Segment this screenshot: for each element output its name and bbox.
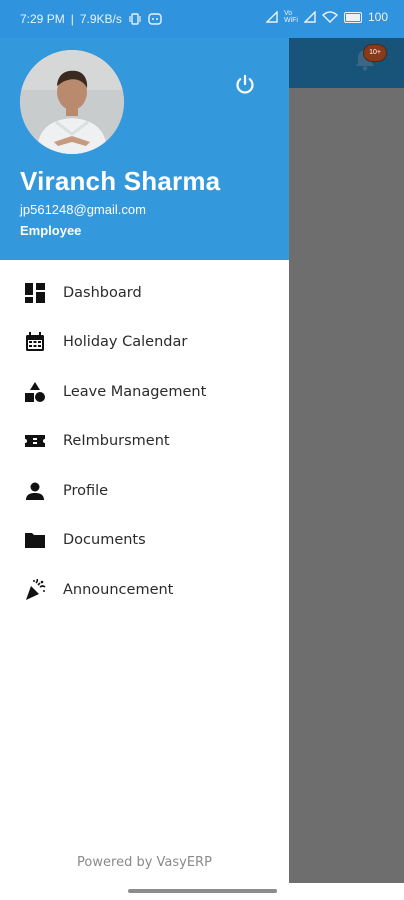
notification-button[interactable]: 10+ (354, 44, 387, 74)
menu-label: Profile (63, 482, 109, 499)
wifi-icon (321, 11, 338, 23)
user-email: jp561248@gmail.com (20, 202, 146, 217)
power-icon (236, 74, 254, 94)
person-icon (23, 479, 47, 503)
ticket-icon (23, 429, 47, 453)
dashboard-icon (23, 281, 47, 305)
avatar[interactable] (20, 50, 124, 154)
navigation-drawer: Viranch Sharma jp561248@gmail.com Employ… (0, 38, 289, 883)
menu-label: Documents (63, 532, 146, 549)
gesture-bar (0, 883, 404, 900)
app-header: 10+ (289, 38, 404, 88)
powered-by-footer: Powered by VasyERP (77, 855, 212, 870)
folder-icon (23, 528, 47, 552)
menu-label: Announcement (63, 581, 174, 598)
menu-label: Holiday Calendar (63, 334, 188, 351)
menu-item-announcement[interactable]: Announcement (0, 565, 289, 615)
vowifi-label: Vo WiFi (283, 10, 298, 24)
vibrate-icon (128, 13, 142, 25)
power-button[interactable] (233, 73, 257, 97)
notification-badge: 10+ (363, 44, 387, 62)
status-bar: 7:29 PM | 7.9KB/s Vo WiFi 100 (0, 0, 404, 38)
drawer-menu: Dashboard Holiday Calendar Leave Managem… (0, 268, 289, 615)
party-popper-icon (23, 578, 47, 602)
signal-icon-2 (303, 11, 316, 23)
drawer-scrim[interactable] (289, 38, 404, 883)
profile-photo (20, 50, 124, 154)
menu-item-documents[interactable]: Documents (0, 516, 289, 566)
calendar-icon (23, 330, 47, 354)
menu-label: Dashboard (63, 284, 142, 301)
menu-label: ReImbursment (63, 433, 170, 450)
menu-item-dashboard[interactable]: Dashboard (0, 268, 289, 318)
shapes-icon (23, 380, 47, 404)
status-time: 7:29 PM (20, 12, 65, 26)
drawer-header: Viranch Sharma jp561248@gmail.com Employ… (0, 38, 289, 260)
battery-icon (343, 11, 362, 23)
signal-icon (265, 11, 278, 23)
menu-item-profile[interactable]: Profile (0, 466, 289, 516)
user-role: Employee (20, 223, 82, 238)
menu-item-reimbursment[interactable]: ReImbursment (0, 417, 289, 467)
menu-item-leave-management[interactable]: Leave Management (0, 367, 289, 417)
app-notification-icon (148, 13, 162, 25)
battery-level: 100 (367, 10, 388, 24)
user-name: Viranch Sharma (20, 166, 221, 196)
menu-label: Leave Management (63, 383, 207, 400)
menu-item-holiday-calendar[interactable]: Holiday Calendar (0, 318, 289, 368)
network-speed: 7.9KB/s (79, 12, 122, 26)
home-indicator[interactable] (128, 889, 277, 893)
